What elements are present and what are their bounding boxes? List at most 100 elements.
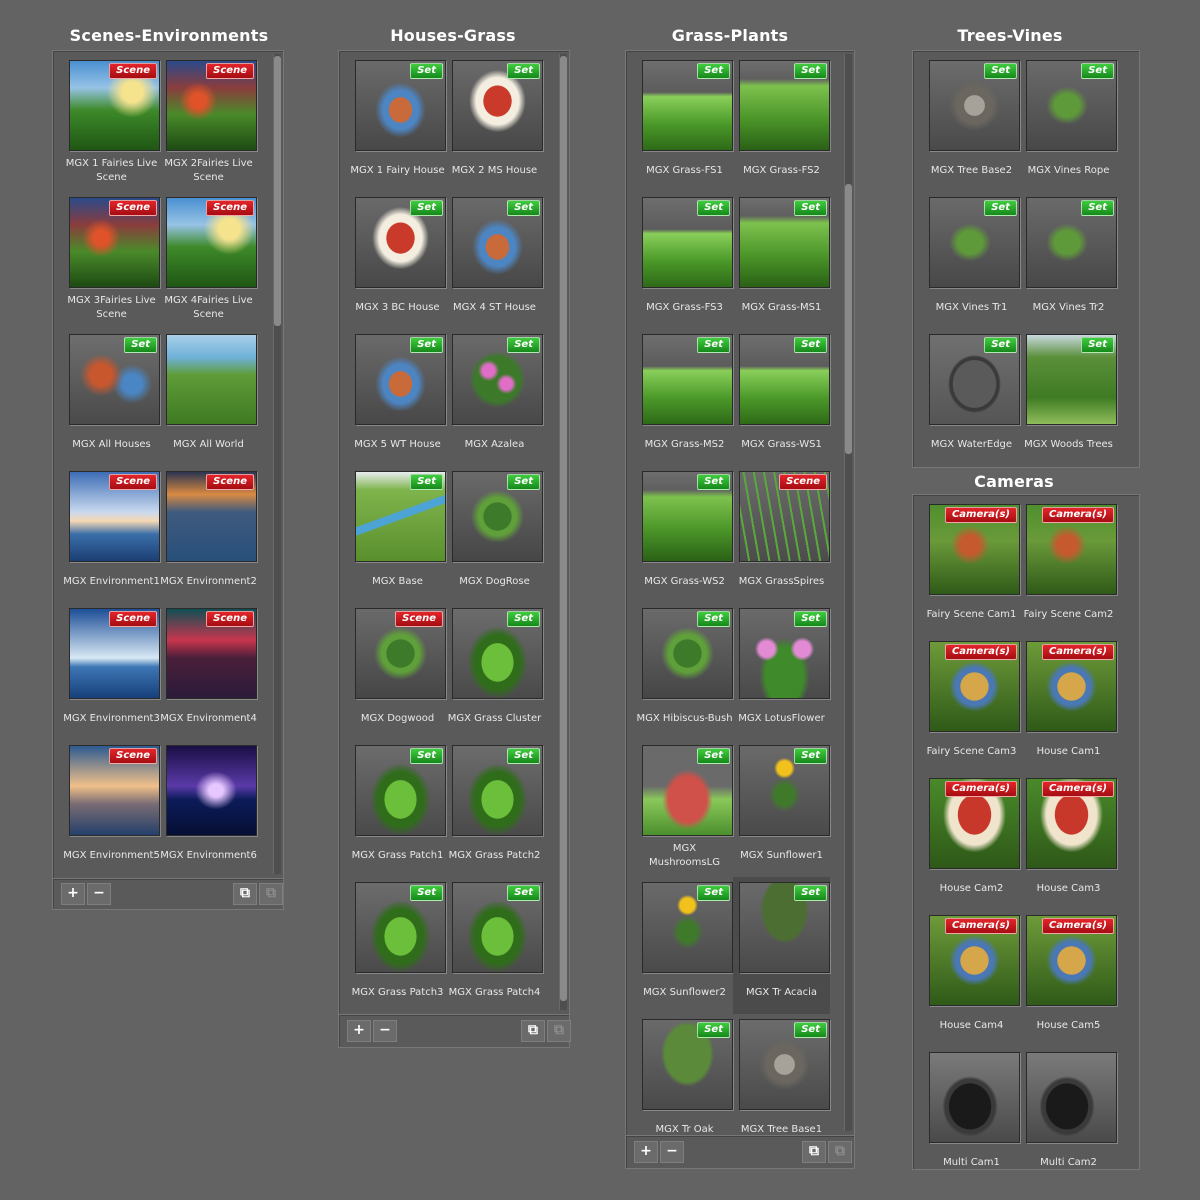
asset-item-mgx-grass-fs3[interactable]: Set MGX Grass-FS3 (636, 192, 733, 329)
asset-thumbnail[interactable]: Set (642, 197, 733, 288)
asset-thumbnail[interactable]: Scene (739, 471, 830, 562)
asset-thumbnail[interactable]: Set (452, 882, 543, 973)
asset-thumbnail[interactable]: Set (69, 334, 160, 425)
asset-thumbnail[interactable]: Set (452, 197, 543, 288)
asset-thumbnail[interactable]: Set (1026, 334, 1117, 425)
asset-thumbnail[interactable] (166, 334, 257, 425)
asset-item-mgx-grass-ws1[interactable]: Set MGX Grass-WS1 (733, 329, 830, 466)
asset-item-mgx-sunflower1[interactable]: Set MGX Sunflower1 (733, 740, 830, 877)
asset-thumbnail[interactable]: Set (452, 471, 543, 562)
asset-item-mgx-grassspires[interactable]: Scene MGX GrassSpires (733, 466, 830, 603)
asset-thumbnail[interactable]: Set (355, 334, 446, 425)
asset-thumbnail[interactable]: Set (642, 334, 733, 425)
asset-thumbnail[interactable]: Set (642, 745, 733, 836)
asset-thumbnail[interactable]: Scene (166, 608, 257, 699)
scrollbar-thumb[interactable] (274, 56, 281, 326)
asset-item-mgx-vines-tr2[interactable]: Set MGX Vines Tr2 (1020, 192, 1117, 329)
asset-item-mgx-all-world[interactable]: MGX All World (160, 329, 257, 466)
asset-thumbnail[interactable]: Camera(s) (1026, 641, 1117, 732)
asset-item-house-cam5[interactable]: Camera(s) House Cam5 (1020, 910, 1117, 1047)
asset-thumbnail[interactable]: Set (355, 882, 446, 973)
paste-icon[interactable]: ⧉ (547, 1020, 571, 1042)
asset-thumbnail[interactable]: Scene (166, 60, 257, 151)
add-button[interactable]: + (61, 883, 85, 905)
scrollbar[interactable] (559, 54, 567, 1010)
copy-icon[interactable]: ⧉ (521, 1020, 545, 1042)
asset-thumbnail[interactable]: Set (452, 608, 543, 699)
asset-item-mgx-vines-tr1[interactable]: Set MGX Vines Tr1 (923, 192, 1020, 329)
asset-item-house-cam3[interactable]: Camera(s) House Cam3 (1020, 773, 1117, 910)
asset-item-mgx-environment5[interactable]: Scene MGX Environment5 (63, 740, 160, 877)
remove-button[interactable]: − (373, 1020, 397, 1042)
scrollbar[interactable] (273, 54, 281, 874)
asset-item-mgx-hibiscus-bush[interactable]: Set MGX Hibiscus-Bush (636, 603, 733, 740)
asset-thumbnail[interactable]: Camera(s) (929, 504, 1020, 595)
asset-item-mgx-grass-patch1[interactable]: Set MGX Grass Patch1 (349, 740, 446, 877)
asset-thumbnail[interactable]: Set (642, 1019, 733, 1110)
asset-item-multi-cam1[interactable]: Multi Cam1 (923, 1047, 1020, 1184)
asset-item-mgx-2-ms-house[interactable]: Set MGX 2 MS House (446, 55, 543, 192)
add-button[interactable]: + (634, 1141, 658, 1163)
asset-thumbnail[interactable]: Set (642, 882, 733, 973)
asset-thumbnail[interactable]: Camera(s) (929, 778, 1020, 869)
asset-thumbnail[interactable]: Set (452, 60, 543, 151)
asset-thumbnail[interactable]: Camera(s) (1026, 778, 1117, 869)
asset-thumbnail[interactable]: Set (452, 334, 543, 425)
asset-item-multi-cam2[interactable]: Multi Cam2 (1020, 1047, 1117, 1184)
asset-item-mgx-grass-ms2[interactable]: Set MGX Grass-MS2 (636, 329, 733, 466)
asset-item-mgx-grass-cluster[interactable]: Set MGX Grass Cluster (446, 603, 543, 740)
asset-item-mgx-grass-patch2[interactable]: Set MGX Grass Patch2 (446, 740, 543, 877)
asset-thumbnail[interactable]: Set (642, 60, 733, 151)
copy-icon[interactable]: ⧉ (802, 1141, 826, 1163)
asset-thumbnail[interactable]: Scene (69, 197, 160, 288)
asset-item-mgx-dogwood[interactable]: Scene MGX Dogwood (349, 603, 446, 740)
asset-item-mgx-2fairies-live-scene[interactable]: Scene MGX 2Fairies Live Scene (160, 55, 257, 192)
asset-item-mgx-all-houses[interactable]: Set MGX All Houses (63, 329, 160, 466)
asset-thumbnail[interactable]: Scene (69, 745, 160, 836)
asset-thumbnail[interactable]: Set (739, 334, 830, 425)
asset-item-mgx-dogrose[interactable]: Set MGX DogRose (446, 466, 543, 603)
remove-button[interactable]: − (660, 1141, 684, 1163)
asset-thumbnail[interactable]: Set (929, 197, 1020, 288)
add-button[interactable]: + (347, 1020, 371, 1042)
asset-thumbnail[interactable]: Set (739, 1019, 830, 1110)
asset-item-mgx-4-st-house[interactable]: Set MGX 4 ST House (446, 192, 543, 329)
asset-item-mgx-5-wt-house[interactable]: Set MGX 5 WT House (349, 329, 446, 466)
asset-item-mgx-lotusflower[interactable]: Set MGX LotusFlower (733, 603, 830, 740)
copy-icon[interactable]: ⧉ (233, 883, 257, 905)
asset-thumbnail[interactable]: Set (739, 608, 830, 699)
asset-item-mgx-environment1[interactable]: Scene MGX Environment1 (63, 466, 160, 603)
asset-thumbnail[interactable]: Set (739, 882, 830, 973)
asset-item-mgx-3fairies-live-scene[interactable]: Scene MGX 3Fairies Live Scene (63, 192, 160, 329)
asset-item-mgx-1-fairies-live-scene[interactable]: Scene MGX 1 Fairies Live Scene (63, 55, 160, 192)
asset-item-mgx-grass-patch3[interactable]: Set MGX Grass Patch3 (349, 877, 446, 1014)
asset-thumbnail[interactable]: Camera(s) (929, 915, 1020, 1006)
asset-item-mgx-environment6[interactable]: MGX Environment6 (160, 740, 257, 877)
asset-thumbnail[interactable]: Set (642, 608, 733, 699)
asset-thumbnail[interactable]: Scene (166, 471, 257, 562)
asset-thumbnail[interactable]: Scene (69, 60, 160, 151)
asset-thumbnail[interactable] (166, 745, 257, 836)
asset-item-mgx-tr-oak[interactable]: Set MGX Tr Oak (636, 1014, 733, 1151)
asset-thumbnail[interactable]: Set (739, 197, 830, 288)
asset-thumbnail[interactable]: Scene (355, 608, 446, 699)
scrollbar-thumb[interactable] (845, 184, 852, 454)
asset-item-mgx-environment4[interactable]: Scene MGX Environment4 (160, 603, 257, 740)
asset-thumbnail[interactable]: Set (452, 745, 543, 836)
asset-item-mgx-grass-fs2[interactable]: Set MGX Grass-FS2 (733, 55, 830, 192)
asset-item-mgx-mushroomslg[interactable]: Set MGX MushroomsLG (636, 740, 733, 877)
asset-item-house-cam1[interactable]: Camera(s) House Cam1 (1020, 636, 1117, 773)
asset-item-mgx-tr-acacia[interactable]: Set MGX Tr Acacia (733, 877, 830, 1014)
scrollbar[interactable] (844, 54, 852, 1131)
asset-item-house-cam2[interactable]: Camera(s) House Cam2 (923, 773, 1020, 910)
asset-item-mgx-base[interactable]: Set MGX Base (349, 466, 446, 603)
asset-item-mgx-3-bc-house[interactable]: Set MGX 3 BC House (349, 192, 446, 329)
asset-thumbnail[interactable]: Set (929, 334, 1020, 425)
asset-item-fairy-scene-cam1[interactable]: Camera(s) Fairy Scene Cam1 (923, 499, 1020, 636)
scrollbar-thumb[interactable] (560, 56, 567, 1001)
paste-icon[interactable]: ⧉ (828, 1141, 852, 1163)
asset-item-mgx-environment2[interactable]: Scene MGX Environment2 (160, 466, 257, 603)
asset-thumbnail[interactable]: Set (929, 60, 1020, 151)
asset-thumbnail[interactable]: Camera(s) (1026, 915, 1117, 1006)
asset-item-mgx-environment3[interactable]: Scene MGX Environment3 (63, 603, 160, 740)
